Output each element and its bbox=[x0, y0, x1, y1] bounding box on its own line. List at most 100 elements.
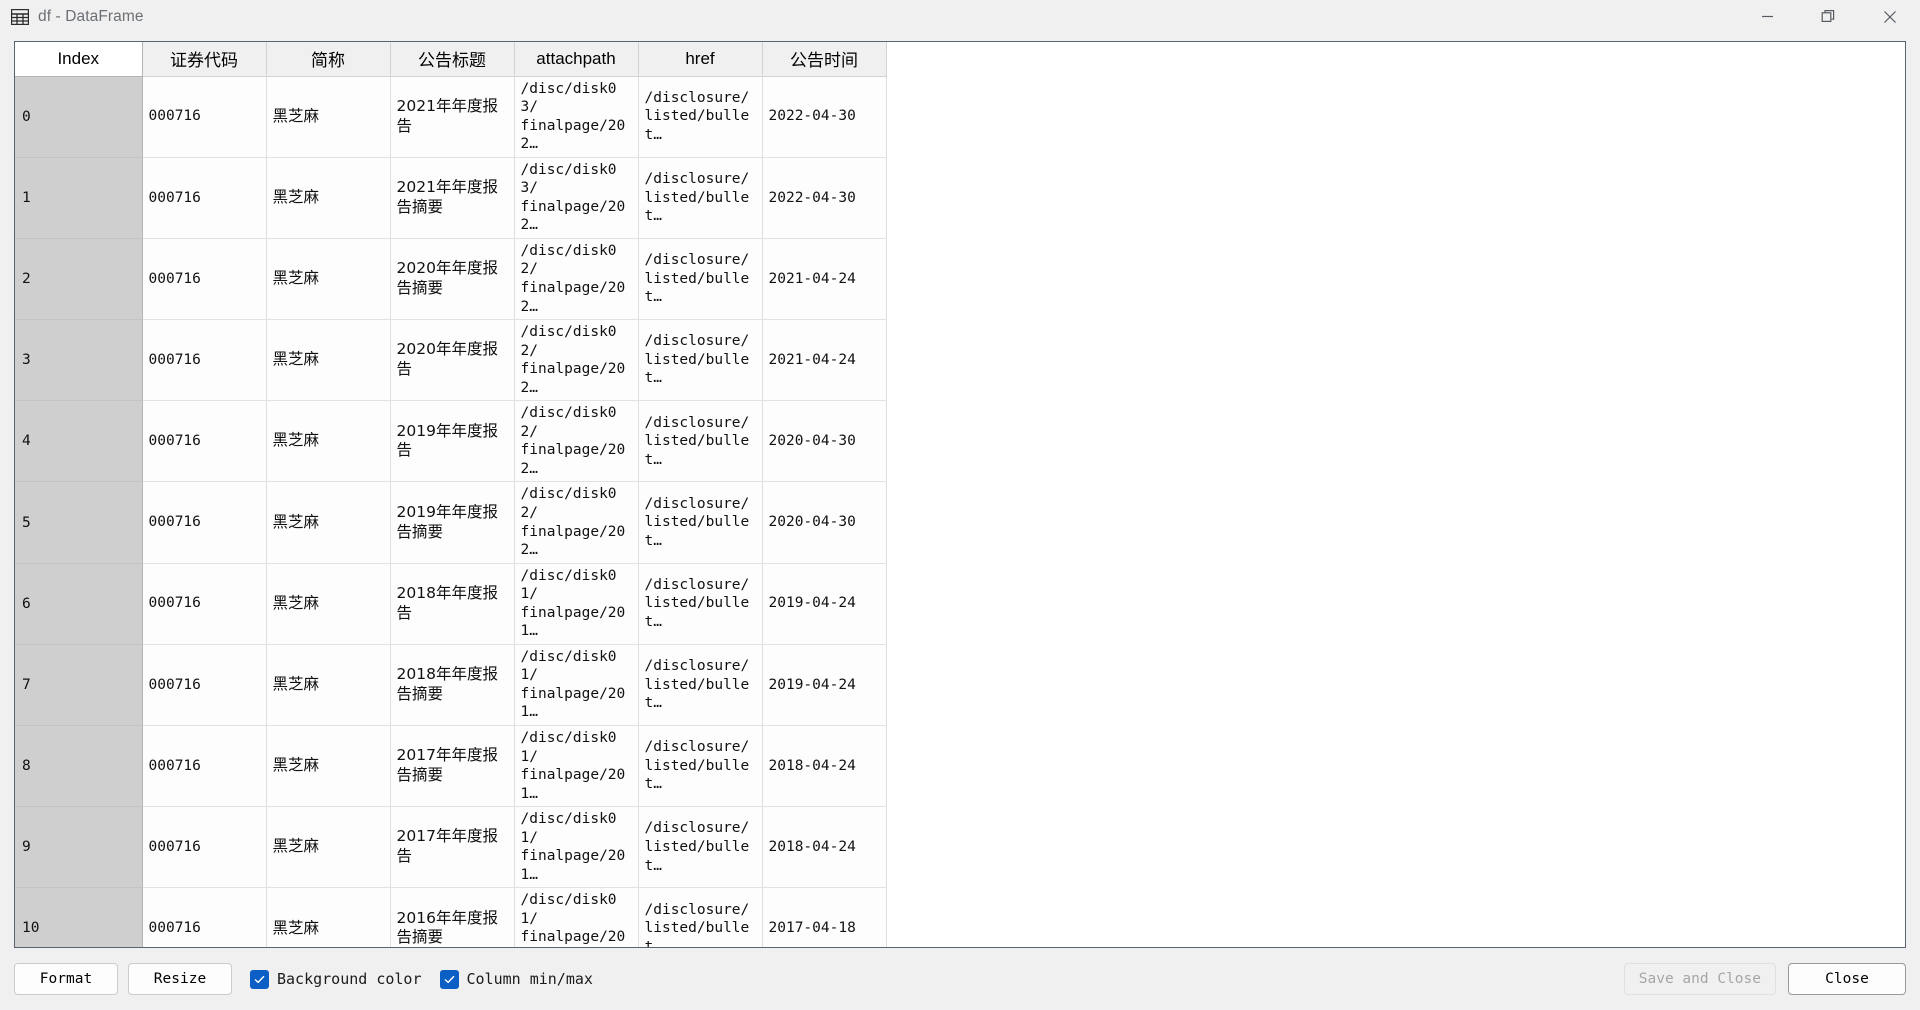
table-row[interactable]: 9 000716 黑芝麻 2017年年度报告/disc/disk01/ finalpa… bbox=[15, 806, 887, 889]
row-index-cell[interactable]: 6 bbox=[15, 563, 143, 645]
cell-attachpath[interactable]: /disc/disk03/ finalpage/202… bbox=[514, 157, 639, 239]
cell-name[interactable]: 黑芝麻 bbox=[266, 806, 391, 889]
cell-title[interactable]: 2018年年度报告摘要 bbox=[390, 644, 515, 727]
cell-name[interactable]: 黑芝麻 bbox=[266, 644, 391, 727]
cell-href[interactable]: /disclosure/ listed/bullet… bbox=[638, 400, 763, 483]
cell-time[interactable]: 2018-04-24 bbox=[762, 806, 887, 889]
row-index-cell[interactable]: 1 bbox=[15, 157, 143, 239]
background-color-checkbox[interactable]: Background color bbox=[250, 969, 422, 989]
cell-name[interactable]: 黑芝麻 bbox=[266, 725, 391, 808]
cell-attachpath[interactable]: /disc/disk01/ finalpage/201… bbox=[514, 806, 639, 889]
cell-code[interactable]: 000716 bbox=[142, 76, 267, 158]
row-index-cell[interactable]: 5 bbox=[15, 481, 143, 564]
cell-href[interactable]: /disclosure/ listed/bullet… bbox=[638, 76, 763, 158]
cell-name[interactable]: 黑芝麻 bbox=[266, 319, 391, 402]
cell-name[interactable]: 黑芝麻 bbox=[266, 157, 391, 239]
cell-code[interactable]: 000716 bbox=[142, 887, 267, 947]
cell-href[interactable]: /disclosure/ listed/bullet… bbox=[638, 238, 763, 321]
close-dialog-button[interactable]: Close bbox=[1788, 963, 1906, 995]
row-index-cell[interactable]: 0 bbox=[15, 76, 143, 158]
cell-time[interactable]: 2018-04-24 bbox=[762, 725, 887, 808]
cell-href[interactable]: /disclosure/ listed/bullet… bbox=[638, 725, 763, 808]
table-row[interactable]: 8 000716 黑芝麻 2017年年度报告摘要/disc/disk01/ final… bbox=[15, 725, 887, 808]
cell-code[interactable]: 000716 bbox=[142, 644, 267, 727]
cell-title[interactable]: 2018年年度报告 bbox=[390, 563, 515, 645]
column-header-index[interactable]: Index bbox=[15, 42, 143, 77]
cell-code[interactable]: 000716 bbox=[142, 481, 267, 564]
close-button[interactable] bbox=[1859, 0, 1920, 33]
cell-time[interactable]: 2017-04-18 bbox=[762, 887, 887, 947]
cell-attachpath[interactable]: /disc/disk01/ finalpage/201… bbox=[514, 725, 639, 808]
cell-href[interactable]: /disclosure/ listed/bullet… bbox=[638, 481, 763, 564]
cell-href[interactable]: /disclosure/ listed/bullet… bbox=[638, 319, 763, 402]
cell-attachpath[interactable]: /disc/disk01/ finalpage/201… bbox=[514, 563, 639, 645]
cell-title[interactable]: 2021年年度报告 bbox=[390, 76, 515, 158]
cell-attachpath[interactable]: /disc/disk02/ finalpage/202… bbox=[514, 481, 639, 564]
cell-title[interactable]: 2016年年度报告摘要 bbox=[390, 887, 515, 947]
cell-time[interactable]: 2019-04-24 bbox=[762, 644, 887, 727]
cell-time[interactable]: 2019-04-24 bbox=[762, 563, 887, 645]
cell-href[interactable]: /disclosure/ listed/bullet… bbox=[638, 644, 763, 727]
column-header-time[interactable]: 公告时间 bbox=[762, 42, 887, 77]
row-index-cell[interactable]: 7 bbox=[15, 644, 143, 727]
table-row[interactable]: 3 000716 黑芝麻 2020年年度报告/disc/disk02/ finalpa… bbox=[15, 319, 887, 402]
column-header-href[interactable]: href bbox=[638, 42, 763, 77]
cell-attachpath[interactable]: /disc/disk02/ finalpage/202… bbox=[514, 238, 639, 321]
resize-button[interactable]: Resize bbox=[128, 963, 232, 995]
cell-href[interactable]: /disclosure/ listed/bullet… bbox=[638, 887, 763, 947]
cell-code[interactable]: 000716 bbox=[142, 725, 267, 808]
cell-title[interactable]: 2020年年度报告摘要 bbox=[390, 238, 515, 321]
row-index-cell[interactable]: 10 bbox=[15, 887, 143, 947]
cell-href[interactable]: /disclosure/ listed/bullet… bbox=[638, 806, 763, 889]
save-and-close-button[interactable]: Save and Close bbox=[1623, 963, 1776, 995]
column-header-code[interactable]: 证券代码 bbox=[142, 42, 267, 77]
cell-name[interactable]: 黑芝麻 bbox=[266, 400, 391, 483]
table-row[interactable]: 4 000716 黑芝麻 2019年年度报告/disc/disk02/ finalpa… bbox=[15, 400, 887, 483]
table-row[interactable]: 2 000716 黑芝麻 2020年年度报告摘要/disc/disk02/ final… bbox=[15, 238, 887, 321]
row-index-cell[interactable]: 9 bbox=[15, 806, 143, 889]
cell-time[interactable]: 2022-04-30 bbox=[762, 157, 887, 239]
cell-href[interactable]: /disclosure/ listed/bullet… bbox=[638, 157, 763, 239]
cell-name[interactable]: 黑芝麻 bbox=[266, 481, 391, 564]
cell-attachpath[interactable]: /disc/disk02/ finalpage/202… bbox=[514, 400, 639, 483]
cell-code[interactable]: 000716 bbox=[142, 563, 267, 645]
restore-button[interactable] bbox=[1798, 0, 1859, 33]
cell-href[interactable]: /disclosure/ listed/bullet… bbox=[638, 563, 763, 645]
minimize-button[interactable] bbox=[1737, 0, 1798, 33]
row-index-cell[interactable]: 2 bbox=[15, 238, 143, 321]
cell-name[interactable]: 黑芝麻 bbox=[266, 238, 391, 321]
row-index-cell[interactable]: 3 bbox=[15, 319, 143, 402]
row-index-cell[interactable]: 8 bbox=[15, 725, 143, 808]
cell-name[interactable]: 黑芝麻 bbox=[266, 887, 391, 947]
table-row[interactable]: 5 000716 黑芝麻 2019年年度报告摘要/disc/disk02/ final… bbox=[15, 481, 887, 564]
column-minmax-checkbox[interactable]: Column min/max bbox=[439, 969, 593, 989]
cell-code[interactable]: 000716 bbox=[142, 400, 267, 483]
cell-title[interactable]: 2017年年度报告摘要 bbox=[390, 725, 515, 808]
format-button[interactable]: Format bbox=[14, 963, 118, 995]
cell-time[interactable]: 2022-04-30 bbox=[762, 76, 887, 158]
cell-code[interactable]: 000716 bbox=[142, 319, 267, 402]
cell-time[interactable]: 2021-04-24 bbox=[762, 319, 887, 402]
table-row[interactable]: 10 000716 黑芝麻 2016年年度报告摘要/disc/disk01/ fina… bbox=[15, 887, 887, 947]
dataframe-table[interactable]: Index 证券代码 简称 公告标题 attachpath href 公告时间 … bbox=[15, 42, 887, 947]
cell-time[interactable]: 2020-04-30 bbox=[762, 481, 887, 564]
cell-name[interactable]: 黑芝麻 bbox=[266, 76, 391, 158]
column-header-attachpath[interactable]: attachpath bbox=[514, 42, 639, 77]
table-row[interactable]: 0 000716 黑芝麻 2021年年度报告/disc/disk03/ finalpa… bbox=[15, 76, 887, 158]
row-index-cell[interactable]: 4 bbox=[15, 400, 143, 483]
cell-name[interactable]: 黑芝麻 bbox=[266, 563, 391, 645]
cell-time[interactable]: 2021-04-24 bbox=[762, 238, 887, 321]
column-header-title[interactable]: 公告标题 bbox=[390, 42, 515, 77]
cell-title[interactable]: 2017年年度报告 bbox=[390, 806, 515, 889]
cell-time[interactable]: 2020-04-30 bbox=[762, 400, 887, 483]
cell-code[interactable]: 000716 bbox=[142, 238, 267, 321]
table-row[interactable]: 6 000716 黑芝麻 2018年年度报告/disc/disk01/ finalpa… bbox=[15, 563, 887, 645]
cell-attachpath[interactable]: /disc/disk01/ finalpage/201… bbox=[514, 644, 639, 727]
cell-title[interactable]: 2019年年度报告摘要 bbox=[390, 481, 515, 564]
cell-code[interactable]: 000716 bbox=[142, 806, 267, 889]
cell-attachpath[interactable]: /disc/disk03/ finalpage/202… bbox=[514, 76, 639, 158]
column-header-name[interactable]: 简称 bbox=[266, 42, 391, 77]
table-row[interactable]: 7 000716 黑芝麻 2018年年度报告摘要/disc/disk01/ final… bbox=[15, 644, 887, 727]
cell-attachpath[interactable]: /disc/disk02/ finalpage/202… bbox=[514, 319, 639, 402]
table-row[interactable]: 1 000716 黑芝麻 2021年年度报告摘要/disc/disk03/ final… bbox=[15, 157, 887, 239]
